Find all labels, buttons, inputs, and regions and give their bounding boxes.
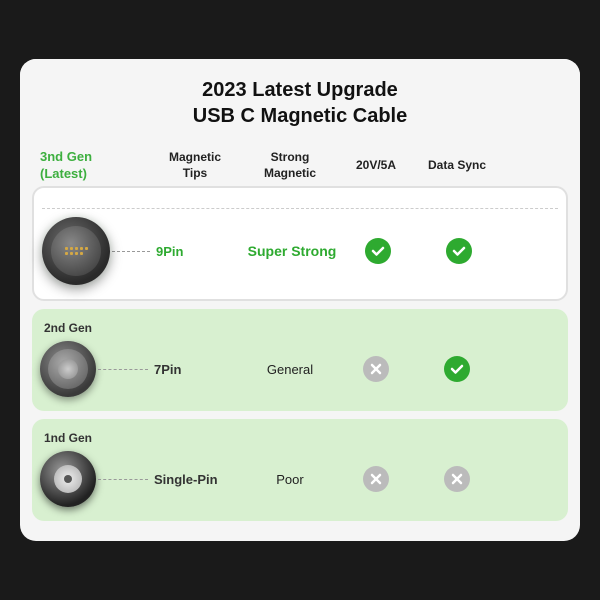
gen1-power-cell	[340, 466, 412, 492]
gen2-dashed-line	[98, 369, 148, 370]
col-data-sync: Data Sync	[412, 158, 502, 174]
gen1-power-x-icon	[363, 466, 389, 492]
gen1-datasync-cell	[412, 466, 502, 492]
col-strong-magnetic: StrongMagnetic	[240, 150, 340, 181]
col-magnetic-tips: MagneticTips	[150, 150, 240, 181]
gen2-pin-label: 7Pin	[150, 362, 240, 377]
gen1-datasync-x-icon	[444, 466, 470, 492]
col-power: 20V/5A	[340, 158, 412, 174]
gen3-datasync-cell	[414, 238, 504, 264]
gen2-inner	[48, 349, 88, 389]
gen2-center	[58, 359, 78, 379]
row-divider	[42, 208, 558, 209]
gen1-label: 1nd Gen	[40, 431, 560, 445]
gen3-inner	[51, 226, 101, 276]
gen1-device-cell	[40, 451, 150, 507]
gen1-row-block: 1nd Gen Single-Pin Poor	[32, 419, 568, 521]
gen1-pin-label: Single-Pin	[150, 472, 240, 487]
gen1-magnetic-quality: Poor	[240, 472, 340, 487]
gen3-row-block: 9Pin Super Strong	[32, 186, 568, 301]
gen1-inner	[54, 465, 82, 493]
gen2-datasync-cell	[412, 356, 502, 382]
col-gen: 3nd Gen(Latest)	[40, 149, 150, 183]
gen3-magnetic-quality: Super Strong	[242, 243, 342, 259]
gen1-dashed-line	[98, 479, 148, 480]
gen3-row-data: 9Pin Super Strong	[42, 217, 558, 285]
header-section: 2023 Latest Upgrade USB C Magnetic Cable	[20, 59, 580, 143]
gen3-pin-label: 9Pin	[152, 244, 242, 259]
title-line2: USB C Magnetic Cable	[193, 105, 407, 127]
gen2-datasync-check-icon	[444, 356, 470, 382]
gen2-device-img	[40, 341, 96, 397]
gen3-power-check-icon	[365, 238, 391, 264]
gen3-pins	[65, 247, 88, 255]
gen3-datasync-check-icon	[446, 238, 472, 264]
gen2-label: 2nd Gen	[40, 321, 560, 335]
gen1-row-data: Single-Pin Poor	[40, 451, 560, 507]
gen3-dashed-line	[112, 251, 150, 252]
gen3-device-img	[42, 217, 110, 285]
gen1-center-dot	[64, 475, 72, 483]
comparison-card: 2023 Latest Upgrade USB C Magnetic Cable…	[20, 59, 580, 542]
title-line1: 2023 Latest Upgrade	[202, 79, 398, 101]
gen1-device-img	[40, 451, 96, 507]
column-headers: 3nd Gen(Latest) MagneticTips StrongMagne…	[32, 143, 568, 187]
comparison-table: 3nd Gen(Latest) MagneticTips StrongMagne…	[20, 143, 580, 542]
gen3-device-cell	[42, 217, 152, 285]
main-title: 2023 Latest Upgrade USB C Magnetic Cable	[40, 77, 560, 129]
gen2-row-data: 7Pin General	[40, 341, 560, 397]
gen2-device-cell	[40, 341, 150, 397]
gen2-power-cell	[340, 356, 412, 382]
gen2-power-x-icon	[363, 356, 389, 382]
gen2-magnetic-quality: General	[240, 362, 340, 377]
gen2-row-block: 2nd Gen 7Pin General	[32, 309, 568, 411]
gen3-power-cell	[342, 238, 414, 264]
